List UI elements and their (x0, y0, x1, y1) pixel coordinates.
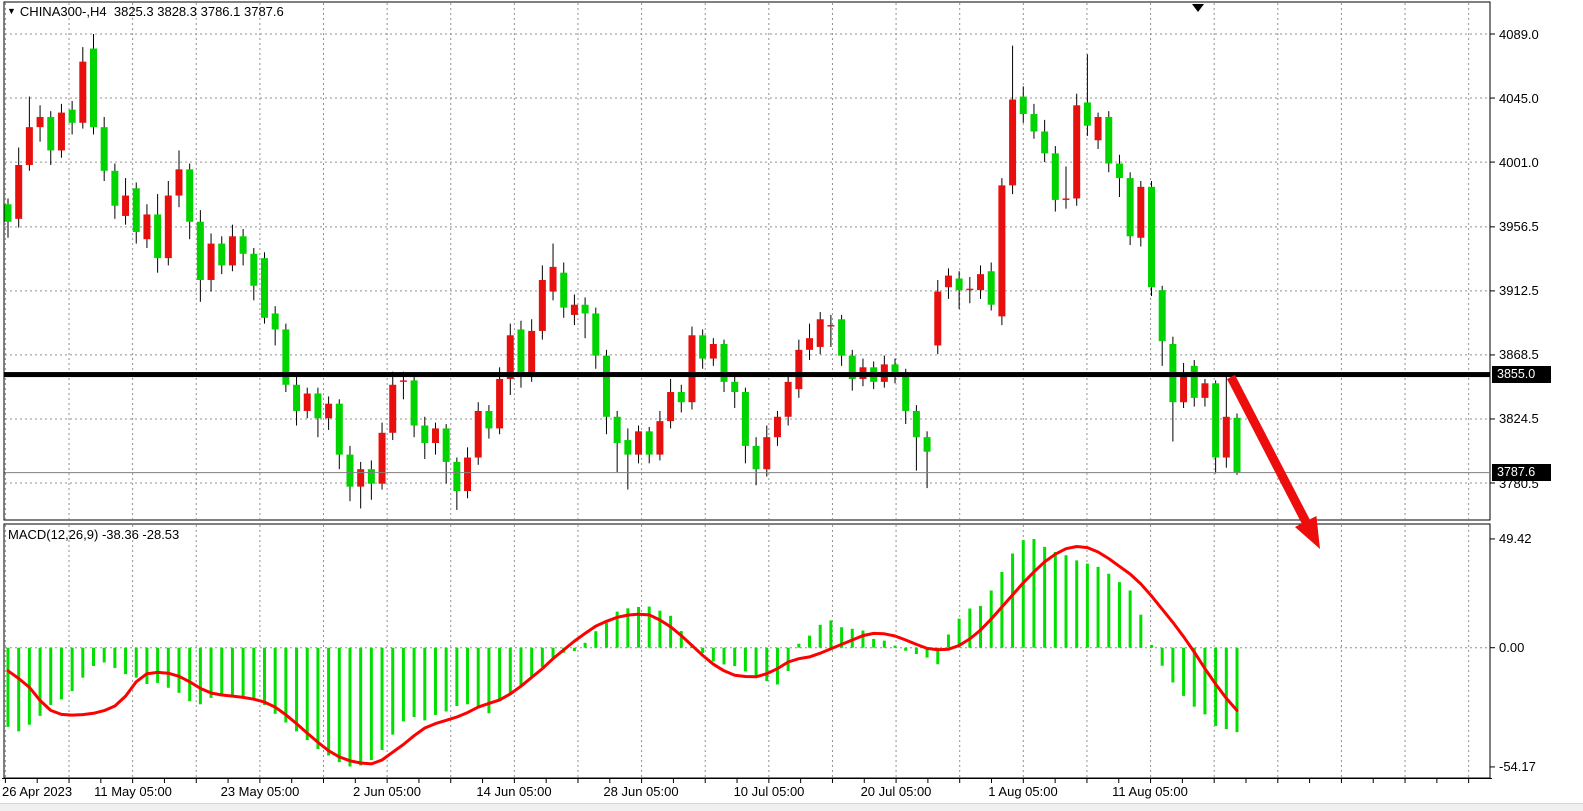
price-axis-label: 3824.5 (1499, 411, 1539, 426)
bottom-strip (0, 803, 1583, 811)
dropdown-triangle-icon[interactable]: ▼ (7, 6, 16, 16)
time-axis-label: 28 Jun 05:00 (586, 784, 696, 799)
macd-name: MACD(12,26,9) (8, 527, 98, 542)
time-axis-label: 2 Jun 05:00 (332, 784, 442, 799)
price-axis-label: 3780.5 (1499, 476, 1539, 491)
macd-axis-label: -54.17 (1499, 759, 1536, 774)
symbol-period-label: CHINA300-,H4 (20, 4, 107, 19)
candlestick-macd-chart[interactable] (0, 0, 1583, 811)
time-axis-label: 26 Apr 2023 (2, 784, 72, 799)
price-axis-label: 4001.0 (1499, 155, 1539, 170)
time-axis-label: 14 Jun 05:00 (459, 784, 569, 799)
price-axis-label: 3868.5 (1499, 347, 1539, 362)
macd-values: -38.36 -28.53 (102, 527, 179, 542)
price-axis-label: 4089.0 (1499, 27, 1539, 42)
time-axis-label: 20 Jul 05:00 (841, 784, 951, 799)
time-axis-label: 23 May 05:00 (205, 784, 315, 799)
time-axis-label: 1 Aug 05:00 (968, 784, 1078, 799)
price-axis-label: 3912.5 (1499, 283, 1539, 298)
symbol-ohlc-header: ▼ CHINA300-,H4 3825.3 3828.3 3786.1 3787.… (7, 4, 284, 19)
price-axis-label: 4045.0 (1499, 91, 1539, 106)
horizontal-line-price-tag[interactable]: 3855.0 (1492, 366, 1551, 383)
macd-indicator-label: MACD(12,26,9) -38.36 -28.53 (8, 527, 179, 542)
price-axis-label: 3956.5 (1499, 219, 1539, 234)
macd-axis-label: 0.00 (1499, 640, 1524, 655)
time-axis-label: 10 Jul 05:00 (714, 784, 824, 799)
ohlc-values: 3825.3 3828.3 3786.1 3787.6 (114, 4, 284, 19)
macd-axis-label: 49.42 (1499, 531, 1532, 546)
mt4-chart-window: ▼ CHINA300-,H4 3825.3 3828.3 3786.1 3787.… (0, 0, 1583, 811)
time-axis-label: 11 Aug 05:00 (1095, 784, 1205, 799)
time-axis-label: 11 May 05:00 (78, 784, 188, 799)
horizontal-line-3855[interactable] (4, 372, 1490, 377)
